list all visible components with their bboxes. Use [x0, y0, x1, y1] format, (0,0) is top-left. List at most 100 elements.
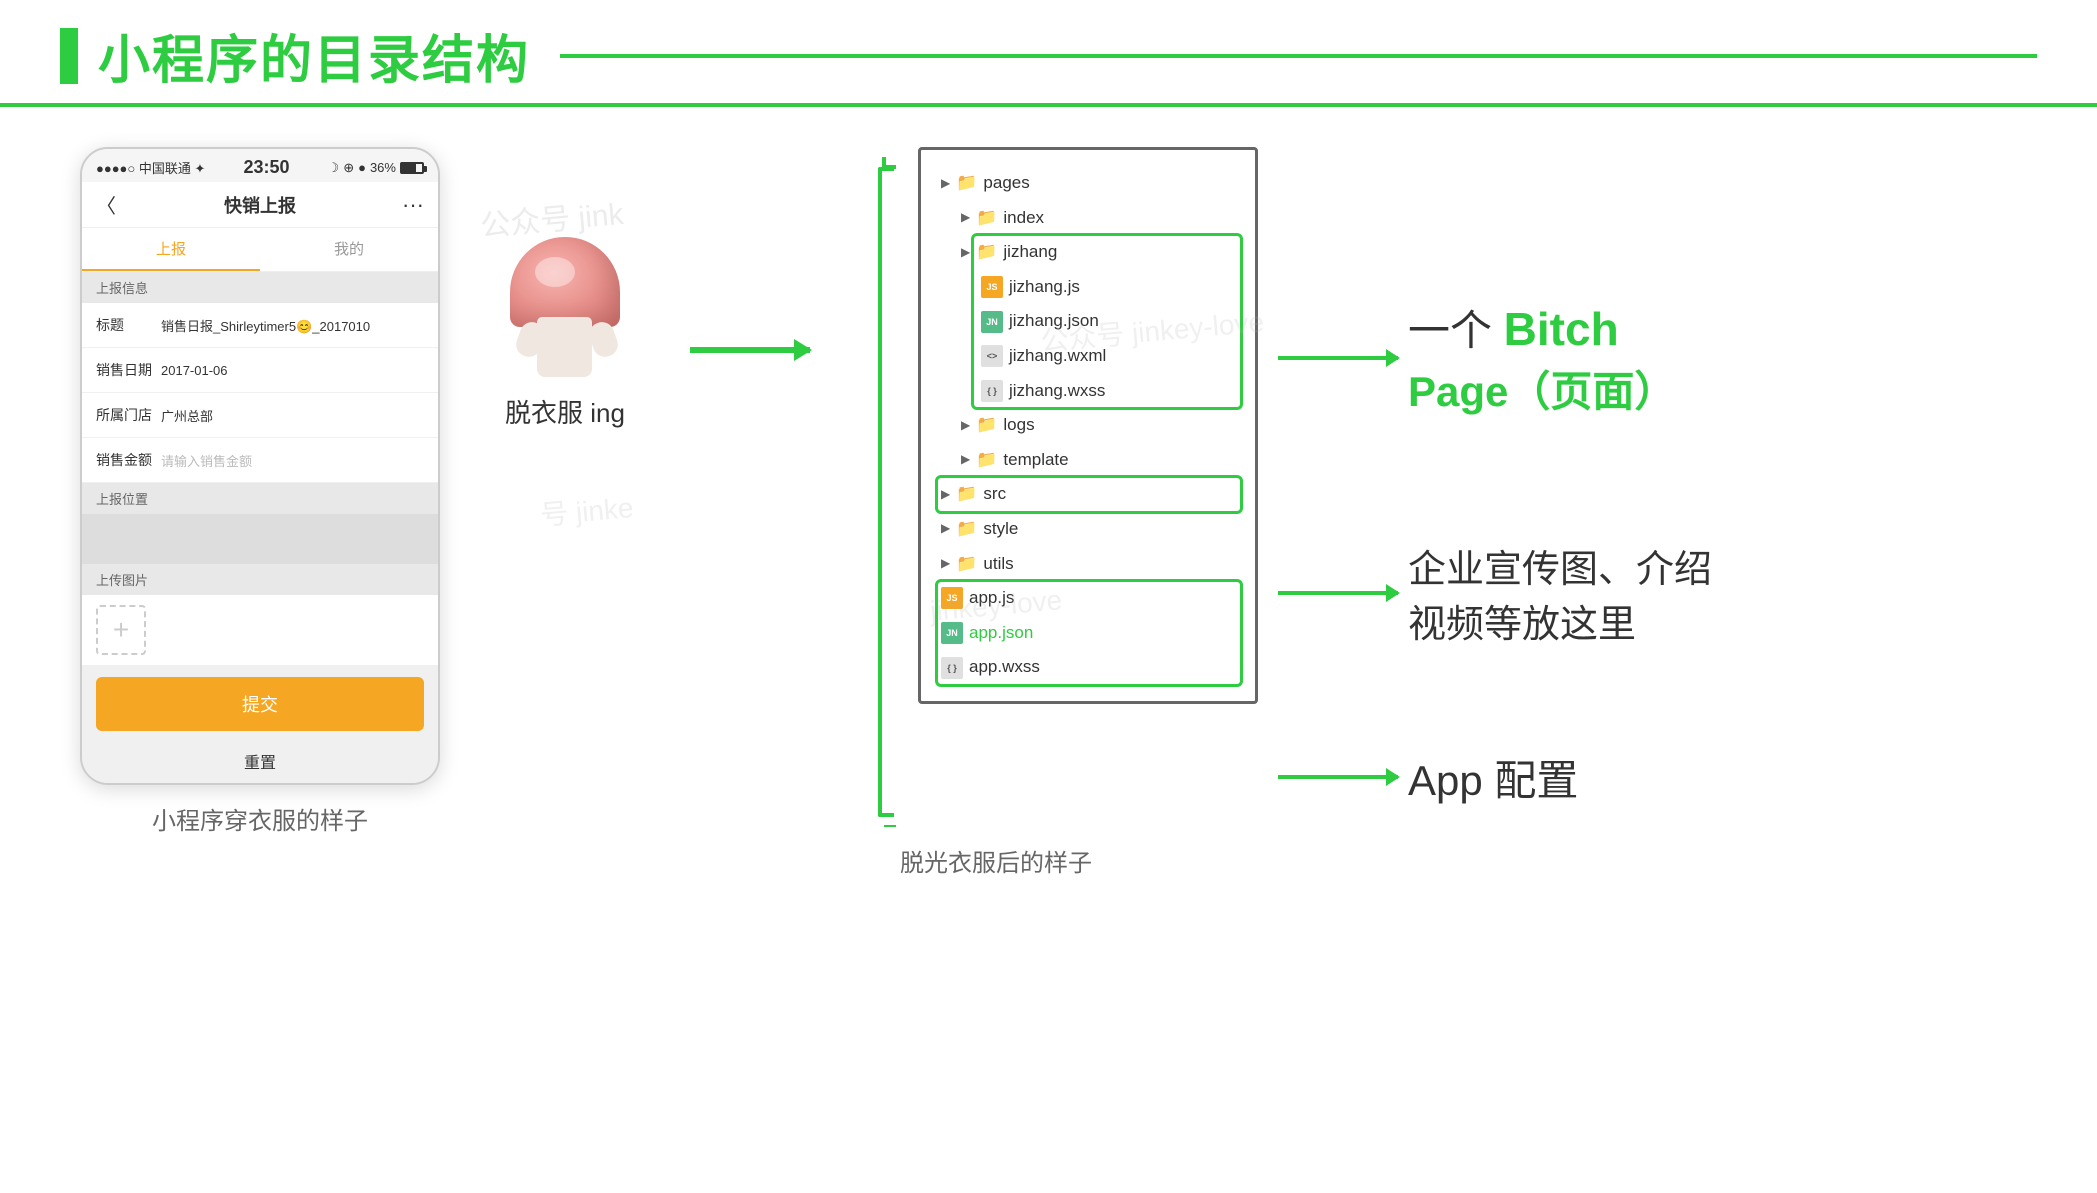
- expand-icon: ▶: [961, 207, 970, 229]
- tree-item-template: ▶ 📁 template: [941, 443, 1235, 478]
- middle-arrow: [690, 147, 810, 353]
- back-button[interactable]: 〈: [96, 190, 116, 219]
- wxss-icon: { }: [941, 657, 963, 679]
- location-section-header: 上报位置: [82, 483, 438, 514]
- tree-item-app-json: JN app.json: [941, 616, 1235, 651]
- tree-label-jizhang-wxml: jizhang.wxml: [1009, 341, 1106, 372]
- arrow-right-icon: [690, 347, 810, 353]
- expand-icon: ▶: [961, 242, 970, 264]
- annotation-line2-page: Page（页面）: [1408, 358, 1676, 419]
- expand-icon: ▶: [961, 415, 970, 437]
- reset-button[interactable]: 重置: [82, 739, 438, 783]
- field-label-store: 所属门店: [96, 405, 161, 425]
- submit-button[interactable]: 提交: [96, 677, 424, 731]
- expand-icon: ▶: [961, 449, 970, 471]
- folder-pages-icon: 📁: [956, 168, 977, 199]
- tree-label-app-js: app.js: [969, 583, 1014, 614]
- mushroom-stem: [537, 317, 592, 377]
- menu-button[interactable]: ···: [402, 192, 424, 218]
- annotations-column: 一个 Bitch Page（页面） 企业宣传图、介绍 视频等放这里: [1278, 147, 1712, 827]
- phone-navbar: 〈 快销上报 ···: [82, 182, 438, 228]
- expand-icon: ▶: [941, 553, 950, 575]
- tree-item-src: ▶ 📁 src: [941, 477, 1235, 512]
- phone-section: ●●●●○ 中国联通 ✦ 23:50 ☽ ⊕ ● 36% 〈 快销上报 ··· …: [80, 147, 440, 836]
- tree-label-app-json: app.json: [969, 618, 1033, 649]
- annotation-text-app: App 配置: [1408, 747, 1578, 808]
- arrowhead-src: [1386, 584, 1400, 602]
- phone-caption: 小程序穿衣服的样子: [152, 801, 368, 836]
- clock-text: 23:50: [243, 157, 289, 178]
- annotation-line1-page: 一个 Bitch: [1408, 297, 1676, 358]
- tree-item-jizhang-json: JN jizhang.json: [941, 304, 1235, 339]
- field-value-title: 销售日报_Shirleytimer5😊_2017010: [161, 316, 424, 335]
- jizhang-group: ▶ 📁 jizhang JS jizhang.js JN jizhang.jso…: [941, 235, 1235, 408]
- tree-label-src: src: [983, 479, 1006, 510]
- form-section-header: 上报信息: [82, 272, 438, 303]
- header-bar: 小程序的目录结构: [0, 0, 2097, 107]
- annotation-line2-src: 视频等放这里: [1408, 593, 1712, 648]
- tree-item-app-js: JS app.js: [941, 581, 1235, 616]
- character-section: 脱衣服 ing: [500, 147, 630, 430]
- annotation-text-src: 企业宣传图、介绍 视频等放这里: [1408, 538, 1712, 648]
- mushroom-cap: [510, 237, 620, 327]
- tree-item-index: ▶ 📁 index: [941, 201, 1235, 236]
- tab-upload[interactable]: 上报: [82, 228, 260, 271]
- app-group: JS app.js JN app.json { } app.wxss: [941, 581, 1235, 685]
- tree-label-utils: utils: [983, 549, 1013, 580]
- arrowhead-page: [1386, 349, 1400, 367]
- tree-label-jizhang-js: jizhang.js: [1009, 272, 1080, 303]
- tree-label-style: style: [983, 514, 1018, 545]
- status-icons: ☽ ⊕ ● 36%: [328, 160, 424, 176]
- tree-label-template: template: [1003, 445, 1068, 476]
- filetree-section: ▶ 📁 pages ▶ 📁 index ▶ 📁: [870, 147, 1712, 878]
- field-label-title: 标题: [96, 315, 161, 335]
- tree-item-jizhang-js: JS jizhang.js: [941, 270, 1235, 305]
- tree-item-app-wxss: { } app.wxss: [941, 650, 1235, 685]
- wxss-icon: { }: [981, 380, 1003, 402]
- tree-item-style: ▶ 📁 style: [941, 512, 1235, 547]
- filetree-container: ▶ 📁 pages ▶ 📁 index ▶ 📁: [918, 147, 1258, 704]
- annotation-page: 一个 Bitch Page（页面）: [1278, 297, 1712, 419]
- phone-tabs: 上报 我的: [82, 228, 438, 272]
- location-map[interactable]: [82, 514, 438, 564]
- annotation-arrow-app: [1278, 775, 1398, 779]
- annotation-arrow-page: [1278, 356, 1398, 360]
- json-icon: JN: [941, 622, 963, 644]
- field-value-date: 2017-01-06: [161, 363, 424, 378]
- js-icon: JS: [981, 276, 1003, 298]
- annotation-app: App 配置: [1278, 747, 1712, 808]
- annotation-src: 企业宣传图、介绍 视频等放这里: [1278, 538, 1712, 648]
- expand-icon: ▶: [941, 173, 950, 195]
- upload-area: +: [82, 595, 438, 665]
- folder-logs-icon: 📁: [976, 410, 997, 441]
- form-row-store: 所属门店 广州总部: [82, 393, 438, 438]
- page-title: 小程序的目录结构: [98, 18, 530, 93]
- folder-style-icon: 📁: [956, 514, 977, 545]
- cap-highlight: [535, 257, 575, 287]
- wxml-icon: <>: [981, 345, 1003, 367]
- tree-label-jizhang-json: jizhang.json: [1009, 306, 1099, 337]
- tree-label-app-wxss: app.wxss: [969, 652, 1040, 683]
- tree-item-pages: ▶ 📁 pages: [941, 166, 1235, 201]
- bluetooth-icon: ●: [358, 160, 366, 175]
- nav-title: 快销上报: [224, 192, 296, 218]
- bracket-shape: [878, 167, 894, 817]
- header-line: [560, 54, 2037, 58]
- upload-section-header: 上传图片: [82, 564, 438, 595]
- tab-mine[interactable]: 我的: [260, 228, 438, 271]
- upload-add-button[interactable]: +: [96, 605, 146, 655]
- tree-label-pages: pages: [983, 168, 1029, 199]
- tree-label-logs: logs: [1003, 410, 1034, 441]
- form-row-date: 销售日期 2017-01-06: [82, 348, 438, 393]
- battery-icon: [400, 162, 424, 174]
- field-value-store: 广州总部: [161, 406, 424, 425]
- character-image: [500, 227, 630, 377]
- tree-item-jizhang-wxml: <> jizhang.wxml: [941, 339, 1235, 374]
- js-icon: JS: [941, 587, 963, 609]
- field-placeholder-amount[interactable]: 请输入销售金额: [161, 451, 252, 470]
- phone-form-body: 上报信息 标题 销售日报_Shirleytimer5😊_2017010 销售日期…: [82, 272, 438, 783]
- expand-icon: ▶: [941, 518, 950, 540]
- form-row-title: 标题 销售日报_Shirleytimer5😊_2017010: [82, 303, 438, 348]
- character-label: 脱衣服 ing: [505, 393, 625, 430]
- arrowhead-app: [1386, 768, 1400, 786]
